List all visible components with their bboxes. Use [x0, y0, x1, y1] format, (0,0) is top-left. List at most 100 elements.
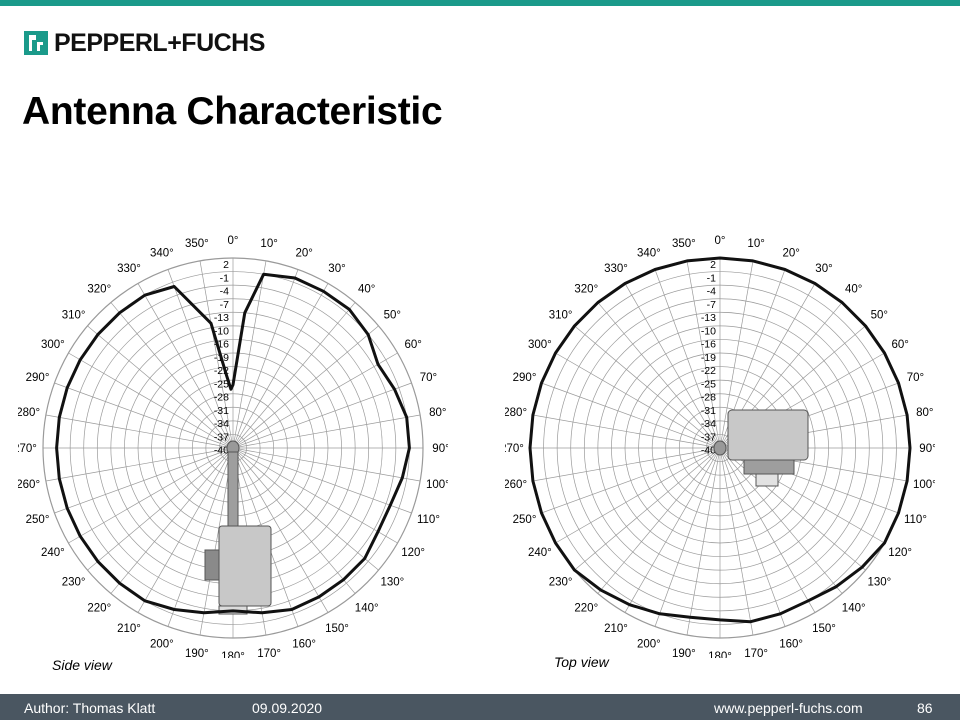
angle-tick-label: 250°: [513, 514, 537, 526]
grid-spoke: [87, 325, 234, 449]
angle-tick-label: 170°: [744, 648, 768, 658]
angle-tick-label: 50°: [384, 309, 401, 321]
angle-tick-label: 180°: [221, 651, 245, 658]
angle-tick-label: 120°: [888, 547, 912, 559]
ring-tick-label: -1: [220, 272, 229, 284]
footer-website[interactable]: www.pepperl-fuchs.com: [714, 700, 863, 716]
top-view-polar-chart: 0° 10° 20° 30° 40° 50° 60° 70° 80° 90° 100° 110° 120…: [500, 235, 937, 663]
ring-tick-label: -4: [707, 286, 716, 298]
angle-tick-label: 0°: [228, 235, 239, 247]
angle-tick-label: 280°: [505, 407, 527, 419]
brand-logo[interactable]: PEPPERL+FUCHS: [24, 28, 265, 58]
angle-tick-label: 110°: [417, 514, 440, 526]
angle-tick-label: 330°: [604, 263, 628, 275]
side-view-caption: Side view: [52, 657, 112, 673]
footer-date: 09.09.2020: [252, 700, 323, 716]
angle-tick-label: 90°: [432, 443, 448, 455]
angle-tick-label: 290°: [26, 372, 50, 384]
angle-tick-label: 150°: [325, 623, 349, 635]
footer-author: Author: Thomas Klatt: [24, 700, 156, 716]
angle-tick-label: 120°: [401, 547, 425, 559]
angle-tick-label: 300°: [528, 339, 552, 351]
ring-tick-label: -37: [214, 431, 229, 443]
angle-tick-label: 160°: [779, 638, 803, 650]
ring-tick-label: 2: [710, 259, 716, 271]
angle-tick-label: 260°: [18, 479, 40, 491]
angle-tick-label: 20°: [782, 248, 799, 260]
angle-tick-label: 80°: [916, 407, 933, 419]
ring-tick-label: -28: [214, 392, 229, 404]
angle-tick-label: 90°: [919, 443, 935, 455]
ring-tick-label: -10: [701, 325, 716, 337]
angle-tick-label: 190°: [672, 648, 696, 658]
angle-tick-label: 30°: [815, 263, 832, 275]
angle-tick-label: 320°: [574, 284, 598, 296]
angle-tick-label: 30°: [328, 263, 345, 275]
angle-tick-label: 70°: [907, 372, 924, 384]
angle-tick-label: 350°: [185, 238, 209, 250]
angle-tick-label: 100°: [913, 479, 935, 491]
grid-spoke: [232, 382, 412, 449]
angle-tick-label: 10°: [260, 238, 277, 250]
angle-tick-label: 40°: [358, 284, 375, 296]
ring-tick-label: -34: [214, 418, 229, 430]
ring-tick-label: -31: [214, 405, 229, 417]
grid-spoke: [541, 447, 721, 514]
ring-tick-label: -13: [214, 312, 229, 324]
ring-tick-label: -28: [701, 392, 716, 404]
angle-tick-label: 340°: [150, 248, 174, 260]
grid-spoke: [654, 447, 721, 627]
angle-tick-label: 140°: [842, 602, 866, 614]
cooling-fins-icon: [743, 459, 795, 475]
angle-tick-label: 240°: [528, 547, 552, 559]
grid-spoke: [597, 447, 721, 594]
angle-tick-label: 0°: [715, 235, 726, 247]
angle-tick-label: 270°: [505, 443, 524, 455]
angle-tick-label: 140°: [355, 602, 379, 614]
angle-tick-label: 200°: [150, 638, 174, 650]
angle-tick-label: 100°: [426, 479, 448, 491]
angle-tick-label: 210°: [117, 623, 141, 635]
ring-tick-label: -1: [707, 272, 716, 284]
angle-tick-label: 50°: [871, 309, 888, 321]
angle-tick-label: 250°: [26, 514, 50, 526]
grid-spoke: [541, 382, 721, 449]
angle-tick-label: 70°: [420, 372, 437, 384]
angle-tick-label: 310°: [549, 309, 573, 321]
ring-tick-label: -7: [707, 299, 716, 311]
angle-tick-label: 230°: [549, 577, 573, 589]
angle-tick-label: 340°: [637, 248, 661, 260]
pf-logo-icon: [24, 31, 48, 55]
angle-tick-label: 60°: [404, 339, 421, 351]
grid-spoke: [232, 447, 412, 514]
ring-tick-label: -16: [701, 339, 716, 351]
angle-tick-label: 170°: [257, 648, 281, 658]
ring-tick-label: -13: [701, 312, 716, 324]
ring-tick-label: -34: [701, 418, 716, 430]
grid-spoke: [574, 325, 721, 449]
angle-tick-label: 180°: [708, 651, 732, 658]
angle-tick-label: 300°: [41, 339, 65, 351]
side-view-diagram: 0° 10° 20° 30° 40° 50° 60° 70° 80° 90° 100° 110° 120…: [13, 228, 450, 663]
angle-tick-label: 240°: [41, 547, 65, 559]
angle-tick-label: 190°: [185, 648, 209, 658]
angle-tick-label: 80°: [429, 407, 446, 419]
angle-tick-label: 10°: [747, 238, 764, 250]
angle-tick-label: 210°: [604, 623, 628, 635]
angle-tick-label: 260°: [505, 479, 527, 491]
angle-tick-label: 130°: [380, 577, 404, 589]
top-view-diagram: 0° 10° 20° 30° 40° 50° 60° 70° 80° 90° 100° 110° 120…: [500, 228, 937, 663]
ring-tick-label: -4: [220, 286, 229, 298]
grid-spoke: [54, 382, 234, 449]
ring-tick-label: -19: [701, 352, 716, 364]
sensor-housing-icon: [218, 525, 272, 607]
angle-tick-label: 110°: [904, 514, 927, 526]
angle-tick-label: 320°: [87, 284, 111, 296]
angle-tick-label: 150°: [812, 623, 836, 635]
angle-tick-label: 220°: [87, 602, 111, 614]
angle-tick-label: 130°: [867, 577, 891, 589]
grid-spoke: [574, 447, 721, 571]
angle-tick-label: 230°: [62, 577, 86, 589]
grid-spoke: [232, 325, 379, 449]
side-view-polar-chart: 0° 10° 20° 30° 40° 50° 60° 70° 80° 90° 100° 110° 120…: [13, 235, 450, 663]
